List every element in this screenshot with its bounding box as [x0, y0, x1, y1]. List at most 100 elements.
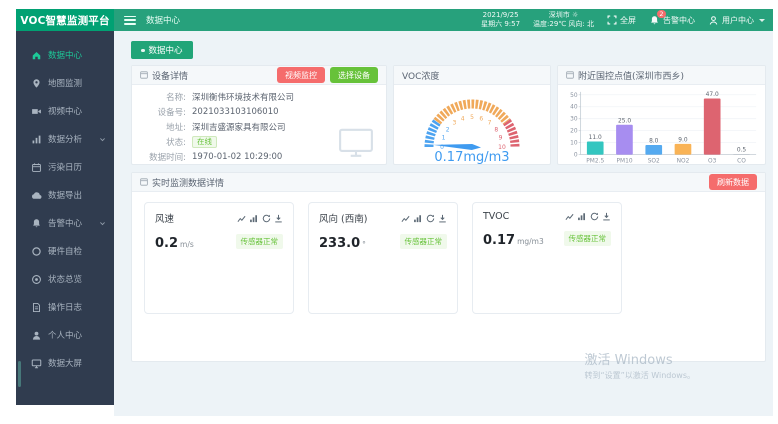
realtime-data-panel: 实时监测数据详情 刷新数据 风速0.2m/s传感器正常风向 (西南)233.0°…: [131, 172, 766, 362]
chevron-down-icon: [759, 19, 765, 22]
alarm-center-button[interactable]: 2 告警中心: [649, 15, 695, 26]
sidebar-item-operation-log[interactable]: 操作日志: [16, 293, 114, 321]
sensor-name: 风向 (西南): [319, 211, 367, 225]
svg-text:0.5: 0.5: [737, 148, 747, 154]
panel-list-icon: [140, 178, 148, 186]
menu-toggle-icon[interactable]: [124, 16, 136, 25]
sidebar-item-hardware-selfcheck[interactable]: 硬件自检: [16, 237, 114, 265]
app-root: VOC智慧监测平台 数据中心 2021/9/25 星期六 9:57 深圳市 ☼ …: [16, 9, 773, 416]
sidebar-item-label: 个人中心: [48, 329, 82, 341]
map-pin-icon: [31, 78, 42, 89]
svg-text:2: 2: [446, 127, 450, 134]
national-station-chart-panel: 附近国控点值(深圳市西乡) 0102030405011.0PM2.525.0PM…: [557, 65, 766, 165]
signal-icon[interactable]: [249, 214, 258, 223]
user-icon: [708, 15, 719, 26]
alarm-count-badge: 2: [657, 10, 666, 18]
sensor-card-2: 风向 (西南)233.0°传感器正常: [308, 202, 458, 314]
chart-panel-title: 附近国控点值(深圳市西乡): [578, 69, 684, 82]
device-field: 名称: 深圳衡伟环境技术有限公司: [140, 89, 378, 104]
sensor-value: 233.0: [319, 236, 360, 251]
voc-gauge: 012345678910: [400, 85, 544, 152]
svg-text:10: 10: [570, 141, 578, 147]
refresh-icon[interactable]: [426, 214, 435, 223]
app-logo: VOC智慧监测平台: [16, 9, 114, 31]
sidebar-item-label: 数据导出: [48, 189, 82, 201]
sidebar-item-map-monitor[interactable]: 地图监测: [16, 69, 114, 97]
voc-gauge-panel: VOC浓度 012345678910 0.17mg/m3: [393, 65, 551, 165]
panel-list-icon: [566, 71, 574, 79]
sensor-value: 0.17: [483, 233, 515, 248]
sidebar-item-label: 状态总览: [48, 273, 82, 285]
home-icon: [31, 50, 42, 61]
sensor-unit: m/s: [180, 240, 194, 249]
header-datetime: 2021/9/25 星期六 9:57: [481, 11, 520, 29]
sidebar-item-data-export[interactable]: 数据导出: [16, 181, 114, 209]
ring-icon: [31, 246, 42, 257]
top-header: VOC智慧监测平台 数据中心 2021/9/25 星期六 9:57 深圳市 ☼ …: [16, 9, 773, 31]
refresh-icon[interactable]: [590, 212, 599, 221]
select-device-button[interactable]: 选择设备: [330, 67, 378, 83]
device-field-label: 名称:: [140, 91, 186, 103]
sensor-status-badge: 传感器正常: [564, 231, 612, 246]
bar-chart-icon: [31, 134, 42, 145]
gauge-panel-title: VOC浓度: [402, 69, 439, 82]
header-weather-detail: 温度:29℃ 风向: 北: [533, 20, 594, 29]
device-panel-title: 设备详情: [152, 69, 188, 82]
sidebar-item-data-screen[interactable]: 数据大屏: [16, 349, 114, 377]
header-time: 星期六 9:57: [481, 20, 520, 29]
chevron-down-icon: [99, 220, 106, 227]
download-icon[interactable]: [602, 212, 611, 221]
user-center-button[interactable]: 用户中心: [708, 15, 765, 26]
svg-text:5: 5: [470, 114, 474, 121]
refresh-icon[interactable]: [262, 214, 271, 223]
svg-text:O3: O3: [708, 159, 717, 165]
device-detail-panel: 设备详情 视频监控 选择设备 名称: 深圳衡伟环境技术有限公司设备号:202103…: [131, 65, 387, 165]
person-icon: [31, 330, 42, 341]
svg-text:NO2: NO2: [677, 159, 690, 165]
svg-text:47.0: 47.0: [706, 92, 719, 98]
svg-text:40: 40: [570, 105, 578, 111]
sensor-unit: °: [362, 240, 366, 249]
video-monitor-button[interactable]: 视频监控: [277, 67, 325, 83]
sidebar-item-personal-center[interactable]: 个人中心: [16, 321, 114, 349]
tab-data-center[interactable]: 数据中心: [131, 41, 193, 59]
sensor-status-badge: 传感器正常: [236, 234, 284, 249]
watermark-line1: 激活 Windows: [584, 349, 695, 368]
download-icon[interactable]: [438, 214, 447, 223]
tab-label: 数据中心: [149, 44, 183, 56]
sidebar-item-label: 数据中心: [48, 49, 82, 61]
header-weather: 深圳市 ☼ 温度:29℃ 风向: 北: [533, 11, 594, 29]
device-field-value: 深圳衡伟环境技术有限公司: [192, 91, 294, 103]
download-icon[interactable]: [274, 214, 283, 223]
sun-icon: ☼: [572, 11, 578, 19]
line-chart-icon[interactable]: [401, 214, 410, 223]
line-chart-icon[interactable]: [565, 212, 574, 221]
sidebar-item-video-center[interactable]: 视频中心: [16, 97, 114, 125]
svg-text:20: 20: [570, 129, 578, 135]
svg-text:30: 30: [570, 117, 578, 123]
fullscreen-button[interactable]: 全屏: [607, 15, 636, 26]
watermark-line2: 转到“设置”以激活 Windows。: [584, 370, 695, 381]
sensor-card-1: 风速0.2m/s传感器正常: [144, 202, 294, 314]
sidebar-item-label: 数据分析: [48, 133, 82, 145]
sidebar-item-label: 操作日志: [48, 301, 82, 313]
sidebar-scrollbar[interactable]: [18, 361, 21, 387]
sidebar-item-data-analysis[interactable]: 数据分析: [16, 125, 114, 153]
device-field-label: 设备号:: [140, 106, 186, 118]
sidebar-item-status-overview[interactable]: 状态总览: [16, 265, 114, 293]
sidebar-item-data-center[interactable]: 数据中心: [16, 41, 114, 69]
sidebar-item-label: 数据大屏: [48, 357, 82, 369]
signal-icon[interactable]: [413, 214, 422, 223]
sidebar-item-pollution-calendar[interactable]: 污染日历: [16, 153, 114, 181]
svg-text:8.0: 8.0: [649, 139, 659, 145]
svg-text:11.0: 11.0: [589, 135, 602, 141]
svg-text:PM2.5: PM2.5: [586, 159, 604, 165]
svg-text:6: 6: [479, 116, 483, 123]
breadcrumb: 数据中心: [146, 14, 180, 26]
chevron-down-icon: [99, 136, 106, 143]
device-field: 设备号:2021033103106010: [140, 104, 378, 119]
line-chart-icon[interactable]: [237, 214, 246, 223]
sidebar-item-alarm-center[interactable]: 告警中心: [16, 209, 114, 237]
refresh-data-button[interactable]: 刷新数据: [709, 174, 757, 190]
signal-icon[interactable]: [577, 212, 586, 221]
